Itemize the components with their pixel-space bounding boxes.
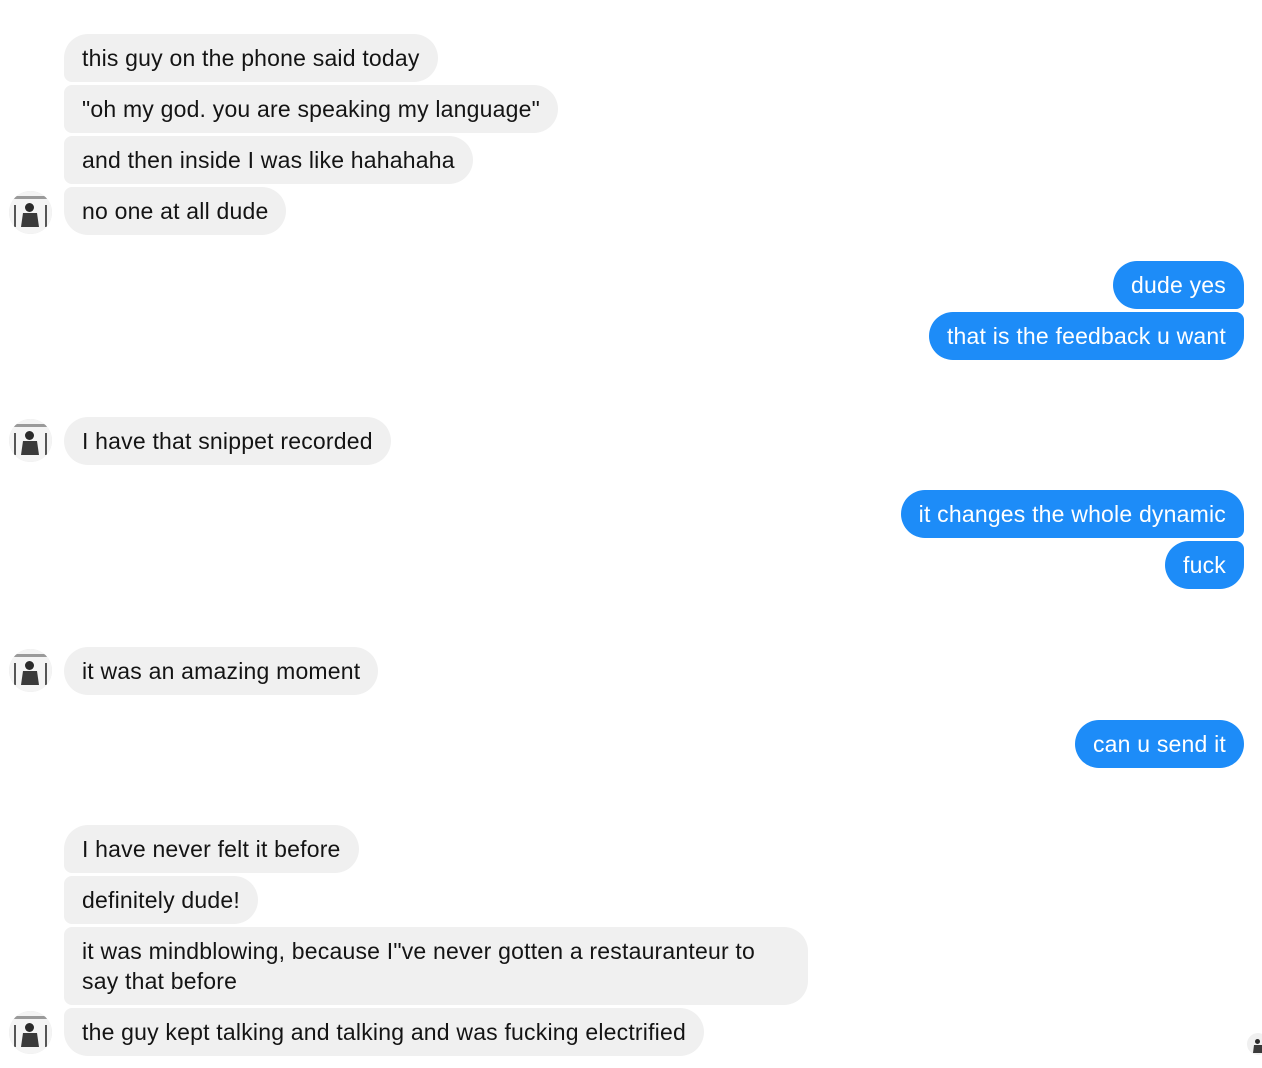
contact-avatar[interactable] (9, 419, 52, 462)
contact-avatar-photo-icon (9, 419, 52, 462)
contact-avatar-photo-icon (9, 191, 52, 234)
incoming-message: "oh my god. you are speaking my language… (64, 85, 558, 133)
incoming-message: it was an amazing moment (64, 647, 379, 695)
outgoing-message: that is the feedback u want (928, 312, 1244, 360)
incoming-message: and then inside I was like hahahaha (64, 136, 473, 184)
incoming-message: I have that snippet recorded (64, 417, 391, 465)
incoming-message: definitely dude! (64, 876, 258, 924)
outgoing-message: fuck (1165, 541, 1244, 589)
incoming-message: the guy kept talking and talking and was… (64, 1008, 704, 1056)
outgoing-message: dude yes (1113, 261, 1244, 309)
outgoing-message: it changes the whole dynamic (900, 490, 1244, 538)
outgoing-message: can u send it (1074, 720, 1244, 768)
contact-avatar[interactable] (9, 191, 52, 234)
contact-avatar[interactable] (9, 1011, 52, 1054)
contact-avatar-photo-icon (9, 649, 52, 692)
read-receipt-icon (1247, 1033, 1262, 1055)
incoming-message: this guy on the phone said today (64, 34, 438, 82)
incoming-message: I have never felt it before (64, 825, 359, 873)
incoming-message: it was mindblowing, because I"ve never g… (64, 927, 808, 1005)
contact-avatar[interactable] (9, 649, 52, 692)
contact-avatar-photo-icon (9, 1011, 52, 1054)
incoming-message: no one at all dude (64, 187, 287, 235)
read-receipt-avatar (1247, 1033, 1262, 1055)
